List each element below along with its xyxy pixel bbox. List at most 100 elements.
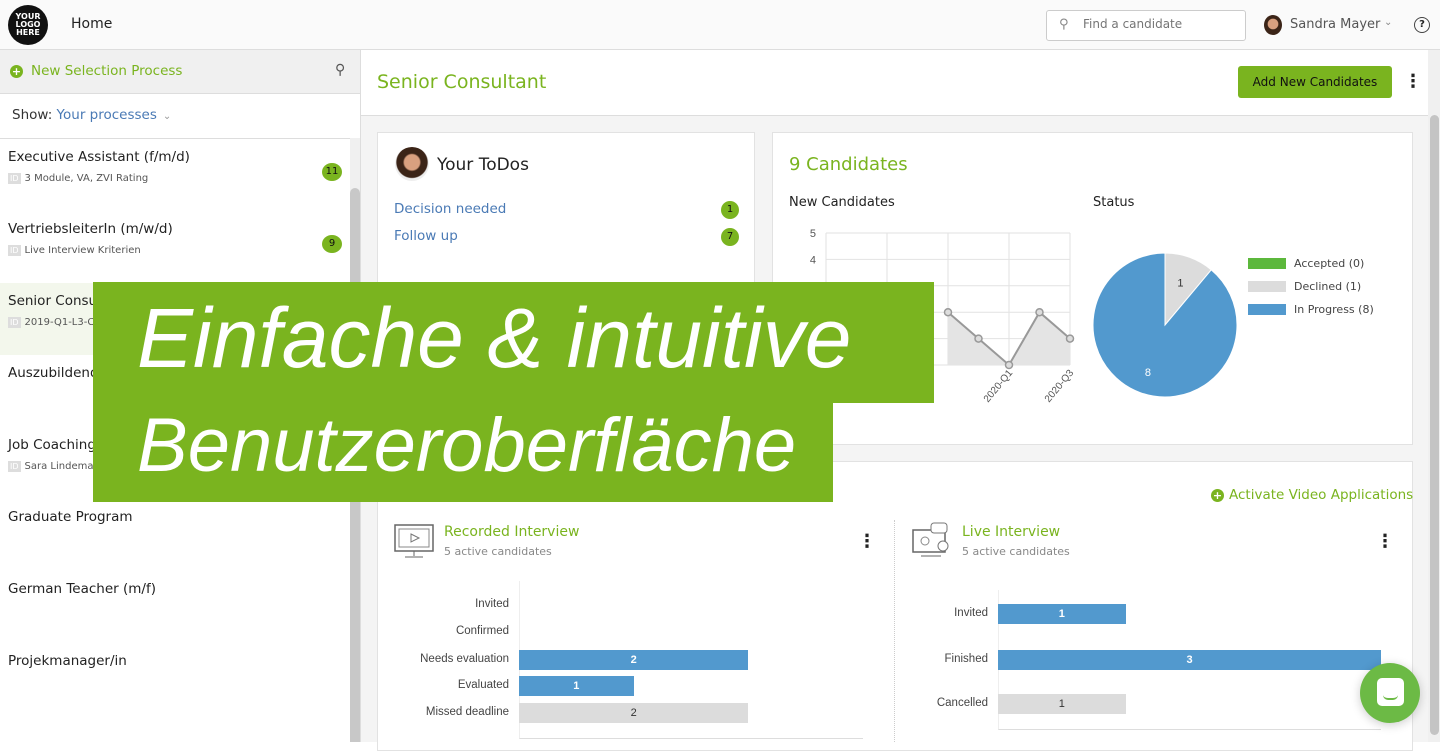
process-subtitle: ID Live Interview Kriterien — [8, 245, 342, 256]
legend-item: Accepted (0) — [1248, 257, 1374, 270]
chat-button[interactable] — [1360, 663, 1420, 723]
recorded-interview-subtitle: 5 active candidates — [444, 545, 552, 558]
chevron-down-icon: ⌄ — [162, 111, 172, 122]
more-options-icon[interactable]: ⋮ — [1404, 73, 1422, 91]
chevron-down-icon[interactable]: ⌄ — [1384, 17, 1392, 28]
plus-circle-icon: + — [10, 65, 23, 78]
legend-label: Declined (1) — [1294, 280, 1362, 293]
more-options-icon[interactable]: ⋮ — [1376, 533, 1394, 551]
candidate-search[interactable]: ⚲ — [1046, 10, 1246, 41]
live-interview-title[interactable]: Live Interview — [962, 524, 1060, 540]
process-title: Projekmanager/in — [8, 653, 127, 669]
legend-label: In Progress (8) — [1294, 303, 1374, 316]
legend-item: Declined (1) — [1248, 280, 1374, 293]
legend-label: Accepted (0) — [1294, 257, 1365, 270]
process-subtitle-text: Live Interview Kriterien — [24, 245, 141, 256]
status-legend: Accepted (0) Declined (1) In Progress (8) — [1248, 257, 1374, 326]
legend-swatch — [1248, 258, 1286, 269]
activate-video-applications-link[interactable]: + Activate Video Applications — [1211, 487, 1413, 503]
new-selection-process-button[interactable]: + New Selection Process — [10, 63, 182, 79]
promo-banner-line1: Einfache & intuitive — [93, 282, 934, 403]
process-list-item[interactable]: Projekmanager/in — [0, 643, 350, 715]
candidates-title: 9 Candidates — [789, 154, 908, 175]
candidate-count-badge: 11 — [322, 163, 342, 181]
live-interview-subtitle: 5 active candidates — [962, 545, 1070, 558]
data-point — [943, 307, 953, 317]
avatar[interactable] — [1264, 15, 1282, 35]
todo-count-badge: 1 — [721, 201, 739, 219]
search-input[interactable] — [1083, 17, 1233, 31]
bar-category-label: Cancelled — [936, 697, 988, 709]
id-icon: ID — [8, 317, 21, 328]
bar-category-label: Invited — [475, 598, 509, 610]
todo-count-badge: 7 — [721, 228, 739, 246]
bar[interactable]: 3 — [998, 650, 1381, 670]
top-bar: YOURLOGOHERE Home ⚲ Sandra Mayer ⌄ ? — [0, 0, 1440, 50]
bar-category-label: Evaluated — [457, 679, 509, 691]
status-title: Status — [1093, 195, 1135, 210]
pie-slice — [1092, 252, 1238, 398]
avatar — [395, 147, 429, 181]
bar[interactable]: 1 — [998, 694, 1126, 714]
x-tick-label: 2020-Q3 — [1043, 368, 1077, 405]
recorded-interview-title[interactable]: Recorded Interview — [444, 524, 579, 540]
data-point — [1004, 360, 1014, 370]
candidate-count-badge: 9 — [322, 235, 342, 253]
process-title: Graduate Program — [8, 509, 133, 525]
banner-text-line1: Einfache & intuitive — [137, 291, 852, 385]
bar-category-label: Confirmed — [455, 625, 509, 637]
id-icon: ID — [8, 245, 21, 256]
bar-category-label: Missed deadline — [425, 706, 509, 718]
bar[interactable]: 1 — [998, 604, 1126, 624]
todo-follow-up[interactable]: Follow up — [394, 228, 458, 244]
home-link[interactable]: Home — [71, 16, 112, 32]
process-title: Executive Assistant (f/m/d) — [8, 149, 190, 165]
search-icon: ⚲ — [1059, 17, 1069, 32]
bar-category-label: Needs evaluation — [420, 653, 509, 665]
process-subtitle-text: Sara Lindema — [24, 461, 94, 472]
process-title: German Teacher (m/f) — [8, 581, 156, 597]
process-subtitle-text: 3 Module, VA, ZVI Rating — [24, 173, 149, 184]
y-tick-label: 4 — [810, 254, 816, 266]
pie-label: 8 — [1145, 367, 1151, 379]
recorded-interview-icon — [394, 524, 434, 558]
bar[interactable]: 2 — [519, 650, 749, 670]
main-scroll-thumb[interactable] — [1430, 115, 1439, 735]
bar[interactable]: 1 — [519, 676, 634, 696]
process-list-item[interactable]: Executive Assistant (f/m/d) ID 3 Module, V… — [0, 139, 350, 211]
legend-swatch — [1248, 304, 1286, 315]
todos-title: Your ToDos — [437, 155, 529, 175]
logo[interactable]: YOUR LOGO HERE — [8, 5, 48, 45]
process-subtitle: ID 3 Module, VA, ZVI Rating — [8, 173, 342, 184]
search-icon[interactable]: ⚲ — [335, 62, 345, 78]
live-interview-icon — [912, 522, 949, 557]
id-icon: ID — [8, 173, 21, 184]
banner-text-line2: Benutzeroberfläche — [137, 403, 797, 488]
process-list-item[interactable]: German Teacher (m/f) — [0, 571, 350, 643]
chat-icon — [1377, 678, 1404, 706]
y-tick-label: 5 — [810, 228, 816, 240]
legend-item: In Progress (8) — [1248, 303, 1374, 316]
process-subtitle-text: 2019-Q1-L3-C — [24, 317, 95, 328]
data-point — [1065, 334, 1075, 343]
bar[interactable]: 2 — [519, 703, 749, 723]
process-list-item[interactable]: Graduate Program — [0, 499, 350, 571]
page-title: Senior Consultant — [377, 71, 547, 93]
more-options-icon[interactable]: ⋮ — [858, 533, 876, 551]
process-list-item[interactable]: VertriebsleiterIn (m/w/d) ID Live Intervie… — [0, 211, 350, 283]
todo-decision-needed[interactable]: Decision needed — [394, 201, 506, 217]
legend-swatch — [1248, 281, 1286, 292]
status-pie-chart: 18 — [1092, 252, 1238, 398]
new-process-label: New Selection Process — [31, 63, 183, 79]
id-icon: ID — [8, 461, 21, 472]
show-value[interactable]: Your processes — [57, 107, 157, 123]
show-label: Show: — [12, 107, 53, 123]
sidebar-header: + New Selection Process ⚲ — [0, 50, 360, 94]
user-menu[interactable]: Sandra Mayer — [1290, 17, 1380, 32]
pie-label: 1 — [1177, 278, 1183, 290]
show-filter[interactable]: Show: Your processes ⌄ — [12, 107, 171, 123]
add-new-candidates-button[interactable]: Add New Candidates — [1238, 66, 1392, 98]
process-title: VertriebsleiterIn (m/w/d) — [8, 221, 173, 237]
bar-category-label: Finished — [944, 653, 988, 665]
help-icon[interactable]: ? — [1414, 17, 1430, 33]
